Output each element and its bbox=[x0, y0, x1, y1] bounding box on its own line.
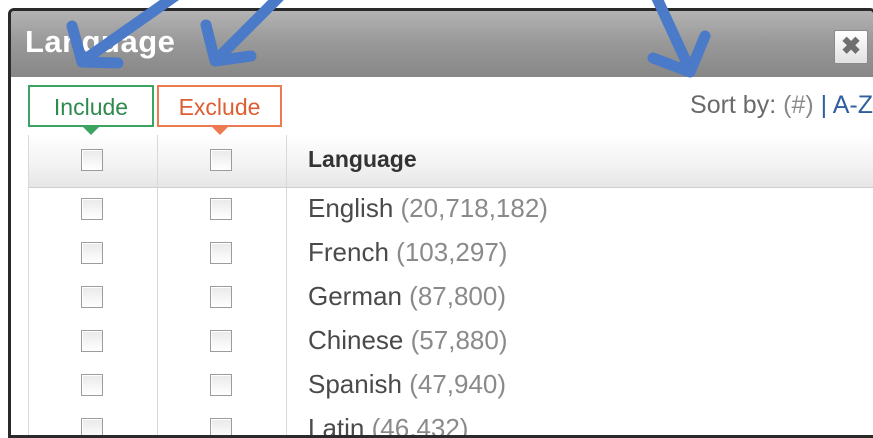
language-count: (87,800) bbox=[409, 281, 506, 311]
language-name: Latin (46,432) bbox=[308, 413, 469, 438]
language-name: Spanish (47,940) bbox=[308, 369, 507, 399]
include-tab[interactable]: Include bbox=[28, 85, 154, 135]
table-row: Latin (46,432) bbox=[29, 408, 873, 438]
language-table: Language English (20,718,182) French (10… bbox=[28, 135, 873, 435]
include-checkbox[interactable] bbox=[81, 242, 103, 264]
exclude-pointer-icon bbox=[210, 126, 229, 135]
language-name: Chinese (57,880) bbox=[308, 325, 508, 355]
language-name: French (103,297) bbox=[308, 237, 508, 267]
table-row: Chinese (57,880) bbox=[29, 320, 873, 364]
language-count: (103,297) bbox=[396, 237, 508, 267]
exclude-checkbox[interactable] bbox=[210, 330, 232, 352]
sort-by-alpha-link[interactable]: A-Z bbox=[833, 91, 873, 119]
language-name: German (87,800) bbox=[308, 281, 506, 311]
table-header: Language bbox=[29, 135, 873, 188]
include-checkbox[interactable] bbox=[81, 374, 103, 396]
include-all-checkbox[interactable] bbox=[81, 149, 103, 171]
table-row: German (87,800) bbox=[29, 276, 873, 320]
include-column-header bbox=[29, 135, 158, 187]
include-checkbox[interactable] bbox=[81, 330, 103, 352]
include-checkbox[interactable] bbox=[81, 286, 103, 308]
close-button[interactable]: ✖ bbox=[834, 30, 868, 64]
include-checkbox[interactable] bbox=[81, 198, 103, 220]
language-name: English (20,718,182) bbox=[308, 193, 548, 223]
table-row: French (103,297) bbox=[29, 232, 873, 276]
exclude-checkbox[interactable] bbox=[210, 374, 232, 396]
exclude-checkbox[interactable] bbox=[210, 418, 232, 435]
exclude-tab[interactable]: Exclude bbox=[157, 85, 282, 135]
sort-label: Sort by: bbox=[690, 91, 777, 119]
include-pointer-icon bbox=[82, 126, 100, 135]
sort-by-count-link[interactable]: (#) bbox=[783, 91, 814, 119]
language-dialog: Language ✖ Include Exclude Sort by: (#) … bbox=[8, 8, 873, 438]
exclude-tab-label: Exclude bbox=[178, 94, 261, 120]
language-list: English (20,718,182) French (103,297) Ge… bbox=[29, 188, 873, 435]
dialog-title: Language bbox=[25, 24, 176, 59]
close-icon: ✖ bbox=[840, 33, 862, 60]
exclude-checkbox[interactable] bbox=[210, 286, 232, 308]
include-tab-label: Include bbox=[53, 94, 129, 120]
include-checkbox[interactable] bbox=[81, 418, 103, 435]
dialog-titlebar: Language ✖ bbox=[11, 11, 873, 77]
exclude-all-checkbox[interactable] bbox=[210, 149, 232, 171]
exclude-checkbox[interactable] bbox=[210, 242, 232, 264]
language-count: (46,432) bbox=[371, 413, 469, 438]
sort-separator: | bbox=[820, 91, 828, 119]
table-row: English (20,718,182) bbox=[29, 188, 873, 232]
exclude-checkbox[interactable] bbox=[210, 198, 232, 220]
language-count: (57,880) bbox=[410, 325, 508, 355]
language-column-header: Language bbox=[308, 146, 417, 172]
exclude-column-header bbox=[158, 135, 287, 187]
sort-control: Sort by: (#) | A-Z bbox=[690, 91, 873, 120]
table-row: Spanish (47,940) bbox=[29, 364, 873, 408]
language-count: (20,718,182) bbox=[400, 193, 548, 223]
language-count: (47,940) bbox=[409, 369, 507, 399]
